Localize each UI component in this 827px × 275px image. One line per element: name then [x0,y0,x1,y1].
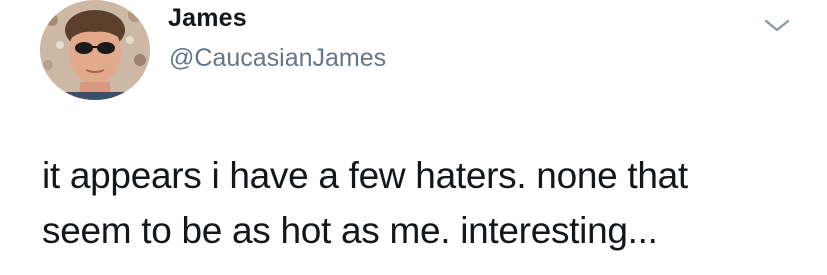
author-handle[interactable]: @CaucasianJames [169,44,386,73]
avatar-photo-icon [40,0,150,100]
chevron-down-icon[interactable] [762,16,792,36]
tweet-text: it appears i have a few haters. none tha… [42,155,688,251]
tweet-card: James @CaucasianJames it appears i have … [0,0,827,275]
avatar[interactable] [40,0,150,100]
author-name[interactable]: James [168,4,247,33]
chevron-down-glyph [764,19,790,32]
